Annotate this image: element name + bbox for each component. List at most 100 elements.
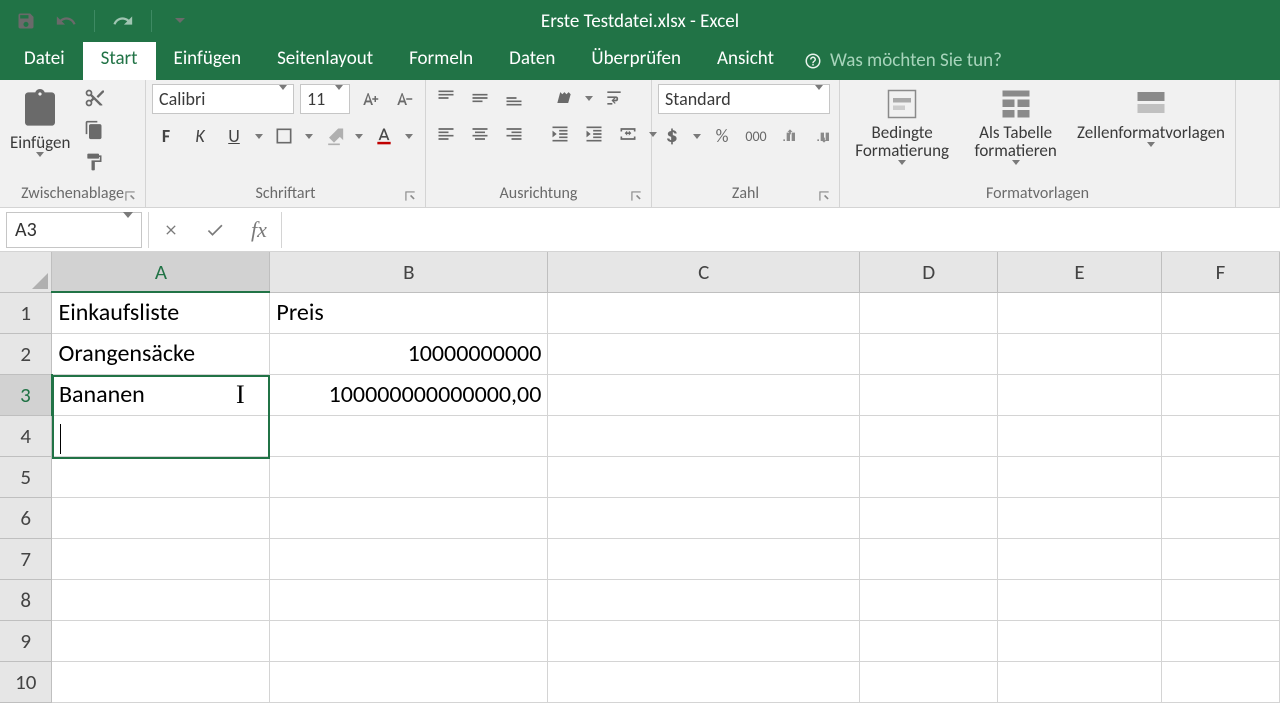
cell-D3[interactable] xyxy=(860,374,998,415)
decrease-decimal-icon[interactable] xyxy=(810,122,838,150)
cell-E6[interactable] xyxy=(998,497,1162,538)
tab-daten[interactable]: Daten xyxy=(491,39,573,80)
enter-edit-icon[interactable] xyxy=(193,212,237,248)
number-format-combo[interactable]: Standard xyxy=(658,84,830,114)
cell-E4[interactable] xyxy=(998,415,1162,456)
cell-F2[interactable] xyxy=(1162,333,1280,374)
row-header-6[interactable]: 6 xyxy=(0,497,52,538)
dialog-launcher-icon[interactable] xyxy=(123,189,137,203)
cell-B6[interactable] xyxy=(270,497,548,538)
font-size-combo[interactable]: 11 xyxy=(300,84,350,114)
cell-D5[interactable] xyxy=(860,456,998,497)
paste-button[interactable]: Einfügen xyxy=(6,84,74,159)
dialog-launcher-icon[interactable] xyxy=(629,189,643,203)
cell-C8[interactable] xyxy=(548,579,860,620)
accounting-format-icon[interactable] xyxy=(658,122,686,150)
redo-icon[interactable] xyxy=(109,7,137,35)
cell-D10[interactable] xyxy=(860,661,998,702)
cell-D4[interactable] xyxy=(860,415,998,456)
tab-formeln[interactable]: Formeln xyxy=(391,39,491,80)
tab-start[interactable]: Start xyxy=(83,39,156,80)
align-left-icon[interactable] xyxy=(432,120,460,148)
cell-B2[interactable]: 10000000000 xyxy=(270,333,548,374)
decrease-indent-icon[interactable] xyxy=(546,120,574,148)
cell-D9[interactable] xyxy=(860,620,998,661)
merge-center-icon[interactable] xyxy=(614,120,642,148)
borders-icon[interactable] xyxy=(270,122,298,150)
cell-E3[interactable] xyxy=(998,374,1162,415)
cell-E7[interactable] xyxy=(998,538,1162,579)
underline-button[interactable]: U xyxy=(220,122,248,150)
tab-ueberpruefen[interactable]: Überprüfen xyxy=(573,39,699,80)
underline-dropdown[interactable] xyxy=(254,134,264,139)
cell-C5[interactable] xyxy=(548,456,860,497)
cell-E2[interactable] xyxy=(998,333,1162,374)
cell-D8[interactable] xyxy=(860,579,998,620)
comma-style-icon[interactable]: 000 xyxy=(742,122,770,150)
cell-D7[interactable] xyxy=(860,538,998,579)
cell-B10[interactable] xyxy=(270,661,548,702)
worksheet-grid[interactable]: A B C D E F 1EinkaufslistePreis2Orangens… xyxy=(0,252,1280,703)
cell-A6[interactable] xyxy=(52,497,270,538)
cell-C9[interactable] xyxy=(548,620,860,661)
decrease-font-icon[interactable] xyxy=(390,85,418,113)
row-header-2[interactable]: 2 xyxy=(0,333,52,374)
cell-E8[interactable] xyxy=(998,579,1162,620)
row-header-1[interactable]: 1 xyxy=(0,292,52,333)
align-bottom-icon[interactable] xyxy=(500,84,528,112)
tell-me-search[interactable]: Was möchten Sie tun? xyxy=(792,41,1014,80)
cell-E1[interactable] xyxy=(998,292,1162,333)
cell-F1[interactable] xyxy=(1162,292,1280,333)
insert-function-icon[interactable]: fx xyxy=(237,212,281,248)
cell-F7[interactable] xyxy=(1162,538,1280,579)
col-header-B[interactable]: B xyxy=(270,252,548,292)
format-as-table-button[interactable]: Als Tabelle formatieren xyxy=(964,84,1067,167)
select-all-button[interactable] xyxy=(0,252,52,292)
cell-F6[interactable] xyxy=(1162,497,1280,538)
tab-einfuegen[interactable]: Einfügen xyxy=(156,39,260,80)
cell-B8[interactable] xyxy=(270,579,548,620)
cell-E9[interactable] xyxy=(998,620,1162,661)
row-header-4[interactable]: 4 xyxy=(0,415,52,456)
cell-C7[interactable] xyxy=(548,538,860,579)
cell-D6[interactable] xyxy=(860,497,998,538)
bold-button[interactable]: F xyxy=(152,122,180,150)
cell-B7[interactable] xyxy=(270,538,548,579)
cell-D1[interactable] xyxy=(860,292,998,333)
fill-color-icon[interactable] xyxy=(320,122,348,150)
col-header-E[interactable]: E xyxy=(998,252,1162,292)
row-header-8[interactable]: 8 xyxy=(0,579,52,620)
cell-styles-button[interactable]: Zellenformatvorlagen xyxy=(1073,84,1229,149)
cell-E10[interactable] xyxy=(998,661,1162,702)
cell-A4[interactable] xyxy=(52,415,270,456)
wrap-text-icon[interactable] xyxy=(600,84,628,112)
tab-datei[interactable]: Datei xyxy=(6,39,83,80)
format-painter-icon[interactable] xyxy=(80,148,108,176)
cell-A10[interactable] xyxy=(52,661,270,702)
dialog-launcher-icon[interactable] xyxy=(817,189,831,203)
font-name-combo[interactable]: Calibri xyxy=(152,84,294,114)
undo-icon[interactable] xyxy=(52,7,80,35)
tab-seitenlayout[interactable]: Seitenlayout xyxy=(259,39,391,80)
cell-C10[interactable] xyxy=(548,661,860,702)
align-middle-icon[interactable] xyxy=(466,84,494,112)
font-color-icon[interactable] xyxy=(370,122,398,150)
row-header-10[interactable]: 10 xyxy=(0,661,52,702)
cell-B3[interactable]: 100000000000000,00 xyxy=(270,374,548,415)
cell-F8[interactable] xyxy=(1162,579,1280,620)
col-header-C[interactable]: C xyxy=(548,252,860,292)
cell-B5[interactable] xyxy=(270,456,548,497)
cell-C4[interactable] xyxy=(548,415,860,456)
cancel-edit-icon[interactable] xyxy=(149,212,193,248)
qat-customize-icon[interactable] xyxy=(166,7,194,35)
save-icon[interactable] xyxy=(12,7,40,35)
row-header-7[interactable]: 7 xyxy=(0,538,52,579)
dialog-launcher-icon[interactable] xyxy=(403,189,417,203)
cell-A1[interactable]: Einkaufsliste xyxy=(52,292,270,333)
cell-C1[interactable] xyxy=(548,292,860,333)
cell-F9[interactable] xyxy=(1162,620,1280,661)
cell-A5[interactable] xyxy=(52,456,270,497)
cell-A9[interactable] xyxy=(52,620,270,661)
row-header-9[interactable]: 9 xyxy=(0,620,52,661)
percent-style-icon[interactable]: % xyxy=(708,122,736,150)
